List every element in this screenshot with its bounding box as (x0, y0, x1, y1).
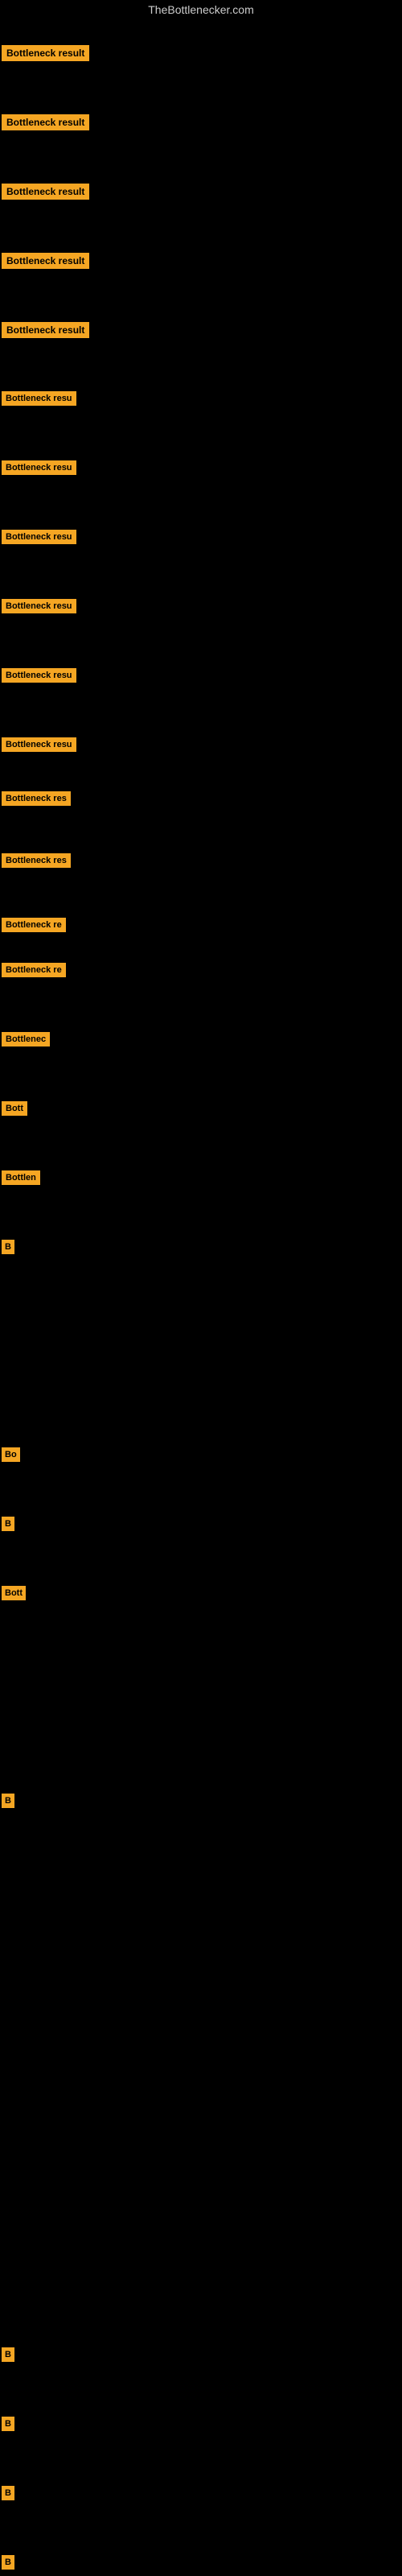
bottleneck-badge-34[interactable]: B (2, 2417, 14, 2431)
result-row-2: Bottleneck result (2, 114, 89, 134)
result-row-23: Bott (2, 1586, 26, 1604)
result-row-7: Bottleneck resu (2, 460, 76, 479)
bottleneck-badge-21[interactable]: Bo (2, 1447, 20, 1462)
result-row-14: Bottleneck re (2, 918, 66, 936)
bottleneck-badge-10[interactable]: Bottleneck resu (2, 668, 76, 683)
result-row-10: Bottleneck resu (2, 668, 76, 687)
bottleneck-badge-16[interactable]: Bottlenec (2, 1032, 50, 1046)
result-row-3: Bottleneck result (2, 184, 89, 204)
bottleneck-badge-13[interactable]: Bottleneck res (2, 853, 71, 868)
bottleneck-badge-39[interactable]: B (2, 2555, 14, 2570)
result-row-25: B (2, 1794, 14, 1812)
page-wrapper: TheBottlenecker.com Bottleneck result Bo… (0, 0, 402, 2576)
result-row-16: Bottlenec (2, 1032, 50, 1051)
bottleneck-badge-11[interactable]: Bottleneck resu (2, 737, 76, 752)
bottleneck-badge-17[interactable]: Bott (2, 1101, 27, 1116)
bottleneck-badge-12[interactable]: Bottleneck res (2, 791, 71, 806)
bottleneck-badge-14[interactable]: Bottleneck re (2, 918, 66, 932)
result-row-18: Bottlen (2, 1170, 40, 1189)
result-row-17: Bott (2, 1101, 27, 1120)
bottleneck-badge-25[interactable]: B (2, 1794, 14, 1808)
result-row-39: B (2, 2555, 14, 2574)
bottleneck-badge-4[interactable]: Bottleneck result (2, 253, 89, 269)
result-row-4: Bottleneck result (2, 253, 89, 273)
result-row-6: Bottleneck resu (2, 391, 76, 410)
bottleneck-badge-35[interactable]: B (2, 2486, 14, 2500)
bottleneck-badge-18[interactable]: Bottlen (2, 1170, 40, 1185)
result-row-34: B (2, 2417, 14, 2435)
bottleneck-badge-9[interactable]: Bottleneck resu (2, 599, 76, 613)
result-row-21: Bo (2, 1447, 20, 1466)
bottleneck-badge-3[interactable]: Bottleneck result (2, 184, 89, 200)
bottleneck-badge-6[interactable]: Bottleneck resu (2, 391, 76, 406)
result-row-35: B (2, 2486, 14, 2504)
site-title: TheBottlenecker.com (0, 0, 402, 19)
bottleneck-badge-15[interactable]: Bottleneck re (2, 963, 66, 977)
result-row-13: Bottleneck res (2, 853, 71, 872)
bottleneck-badge-33[interactable]: B (2, 2347, 14, 2362)
bottleneck-badge-1[interactable]: Bottleneck result (2, 45, 89, 61)
result-row-22: B (2, 1517, 14, 1535)
result-row-11: Bottleneck resu (2, 737, 76, 756)
result-row-12: Bottleneck res (2, 791, 71, 810)
result-row-9: Bottleneck resu (2, 599, 76, 617)
bottleneck-badge-19[interactable]: B (2, 1240, 14, 1254)
result-row-15: Bottleneck re (2, 963, 66, 981)
result-row-1: Bottleneck result (2, 45, 89, 65)
bottleneck-badge-5[interactable]: Bottleneck result (2, 322, 89, 338)
result-row-5: Bottleneck result (2, 322, 89, 342)
bottleneck-badge-23[interactable]: Bott (2, 1586, 26, 1600)
bottleneck-badge-2[interactable]: Bottleneck result (2, 114, 89, 130)
result-row-19: B (2, 1240, 14, 1258)
bottleneck-badge-8[interactable]: Bottleneck resu (2, 530, 76, 544)
bottleneck-badge-22[interactable]: B (2, 1517, 14, 1531)
result-row-8: Bottleneck resu (2, 530, 76, 548)
result-row-33: B (2, 2347, 14, 2366)
bottleneck-badge-7[interactable]: Bottleneck resu (2, 460, 76, 475)
